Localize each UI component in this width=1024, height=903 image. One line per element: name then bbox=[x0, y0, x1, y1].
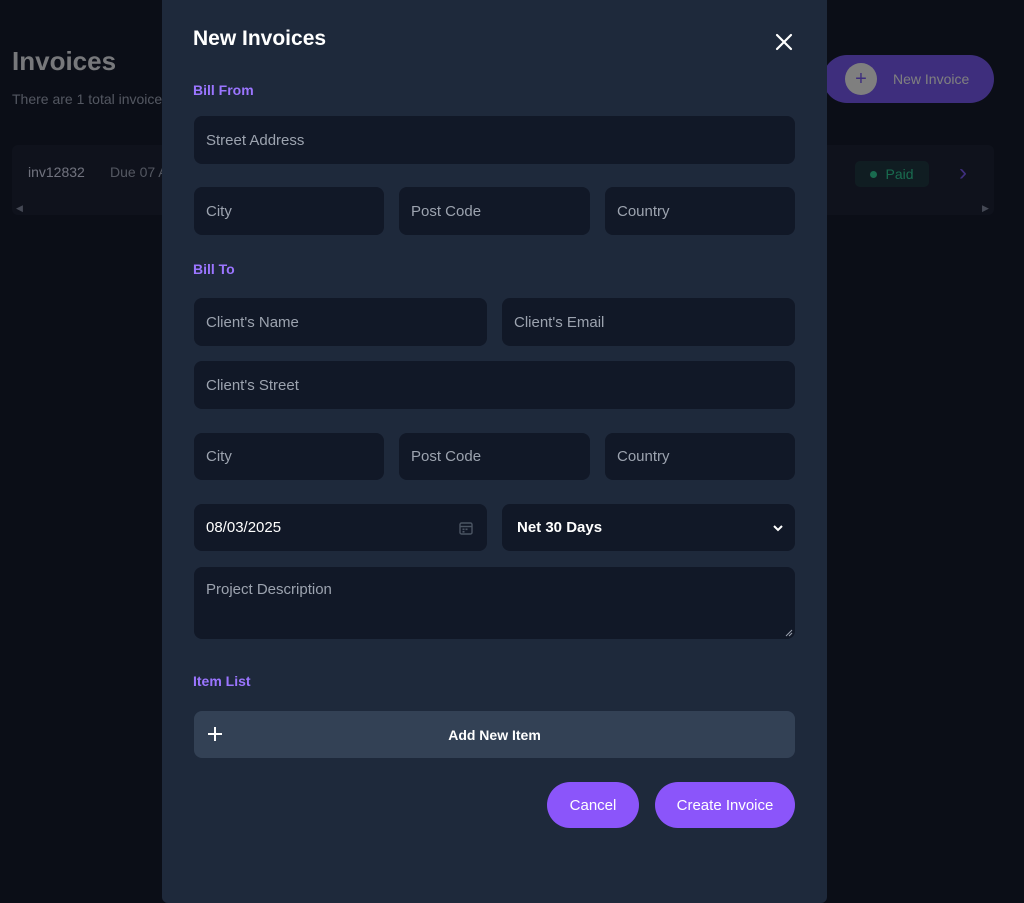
bill-from-postcode-input[interactable]: Post Code bbox=[399, 187, 590, 235]
invoice-date-input[interactable]: 08/03/2025 bbox=[194, 504, 487, 551]
resize-handle-icon[interactable] bbox=[785, 629, 793, 637]
bill-to-city-input[interactable]: City bbox=[194, 433, 384, 480]
bill-to-postcode-input[interactable]: Post Code bbox=[399, 433, 590, 480]
client-street-input[interactable]: Client's Street bbox=[194, 361, 795, 409]
plus-icon bbox=[208, 727, 222, 741]
close-icon bbox=[775, 33, 793, 51]
bill-from-postcode-placeholder: Post Code bbox=[411, 202, 482, 220]
chevron-down-icon bbox=[773, 524, 783, 531]
payment-terms-select[interactable]: Net 30 Days bbox=[502, 504, 795, 551]
bill-from-street-placeholder: Street Address bbox=[206, 131, 305, 149]
client-email-input[interactable]: Client's Email bbox=[502, 298, 795, 346]
bill-from-country-input[interactable]: Country bbox=[605, 187, 795, 235]
bill-from-street-input[interactable]: Street Address bbox=[194, 116, 795, 164]
client-name-placeholder: Client's Name bbox=[206, 313, 299, 331]
calendar-icon[interactable] bbox=[459, 521, 473, 535]
create-invoice-button[interactable]: Create Invoice bbox=[655, 782, 795, 828]
bill-from-country-placeholder: Country bbox=[617, 202, 670, 220]
bill-to-label: Bill To bbox=[193, 261, 235, 277]
client-name-input[interactable]: Client's Name bbox=[194, 298, 487, 346]
new-invoice-modal: New Invoices Bill From Street Address Ci… bbox=[162, 0, 827, 903]
bill-to-postcode-placeholder: Post Code bbox=[411, 448, 482, 465]
project-description-textarea[interactable]: Project Description bbox=[194, 567, 795, 639]
client-email-placeholder: Client's Email bbox=[514, 313, 605, 331]
close-button[interactable] bbox=[771, 29, 797, 55]
bill-to-city-placeholder: City bbox=[206, 448, 232, 465]
cancel-button[interactable]: Cancel bbox=[547, 782, 639, 828]
modal-title: New Invoices bbox=[193, 27, 327, 50]
bill-to-country-placeholder: Country bbox=[617, 448, 670, 465]
bill-from-label: Bill From bbox=[193, 82, 254, 98]
invoice-date-value: 08/03/2025 bbox=[206, 519, 282, 536]
bill-to-country-input[interactable]: Country bbox=[605, 433, 795, 480]
payment-terms-value: Net 30 Days bbox=[517, 519, 603, 536]
add-new-item-button[interactable]: Add New Item bbox=[194, 711, 795, 758]
bill-from-city-input[interactable]: City bbox=[194, 187, 384, 235]
client-street-placeholder: Client's Street bbox=[206, 376, 299, 394]
add-new-item-label: Add New Item bbox=[448, 726, 541, 743]
item-list-label: Item List bbox=[193, 673, 251, 689]
project-description-placeholder: Project Description bbox=[206, 581, 332, 598]
bill-from-city-placeholder: City bbox=[206, 202, 232, 220]
